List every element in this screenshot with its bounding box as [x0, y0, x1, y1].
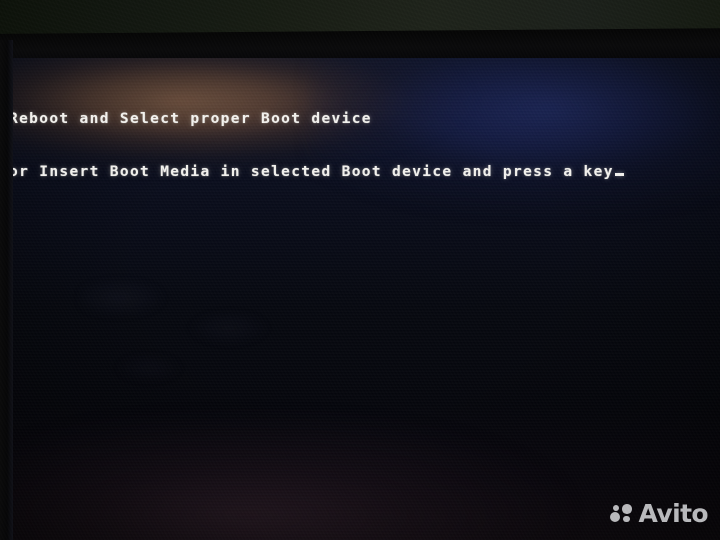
screen-bottom-haze: [9, 420, 569, 540]
avito-watermark: Avito: [609, 499, 709, 528]
bios-boot-error-message: Reboot and Select proper Boot device or …: [9, 76, 709, 216]
screen-reflection-ghosting: [79, 258, 309, 408]
avito-dot-top-left: [613, 504, 620, 511]
photograph-of-monitor: Reboot and Select proper Boot device or …: [0, 0, 720, 540]
avito-dot-bottom-right: [623, 515, 630, 522]
bios-message-line-1: Reboot and Select proper Boot device: [9, 111, 372, 127]
avito-dot-top-right: [622, 504, 632, 514]
monitor-bezel-left: [0, 40, 13, 540]
bios-message-line-2-wrapper: or Insert Boot Media in selected Boot de…: [9, 164, 709, 182]
bios-message-line-2: or Insert Boot Media in selected Boot de…: [9, 163, 614, 180]
avito-wordmark: Avito: [638, 499, 709, 528]
text-cursor-icon: [614, 172, 624, 176]
avito-dot-bottom-left: [609, 511, 621, 522]
avito-dots-icon: [609, 503, 636, 525]
